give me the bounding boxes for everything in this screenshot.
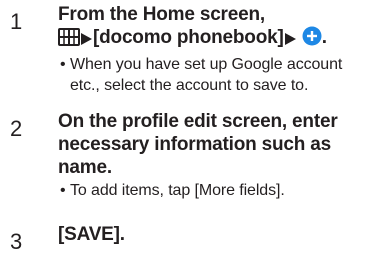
step-number: 2 <box>10 116 23 141</box>
step-title: On the profile edit screen, enter necess… <box>58 110 338 179</box>
step-title-line: On the profile edit screen, enter <box>58 111 338 132</box>
step-title-line: From the Home screen, <box>58 4 265 25</box>
step-title: [SAVE]. <box>58 223 125 246</box>
note: • To add items, tap [More fields]. <box>60 182 285 199</box>
title-period: . <box>321 27 327 48</box>
note-line: To add items, tap [More fields]. <box>70 182 285 199</box>
triangle-right-icon <box>284 29 297 52</box>
step-title: From the Home screen, [docomo phonebook] <box>58 3 327 52</box>
step-title-line: necessary information such as <box>58 134 331 155</box>
note: • When you have set up Google account et… <box>60 56 343 94</box>
note-line: etc., select the account to save to. <box>70 77 309 94</box>
step-number: 3 <box>10 229 23 254</box>
add-circle-icon <box>302 26 322 52</box>
step-number: 1 <box>10 9 23 34</box>
save-label: [SAVE]. <box>58 224 125 245</box>
triangle-right-icon <box>80 29 93 52</box>
note-line: When you have set up Google account <box>70 56 343 73</box>
docomo-phonebook-label: [docomo phonebook] <box>93 27 284 48</box>
step-title-line: [docomo phonebook] . <box>58 26 327 52</box>
apps-grid-icon <box>58 28 80 52</box>
step-title-line: name. <box>58 157 112 178</box>
